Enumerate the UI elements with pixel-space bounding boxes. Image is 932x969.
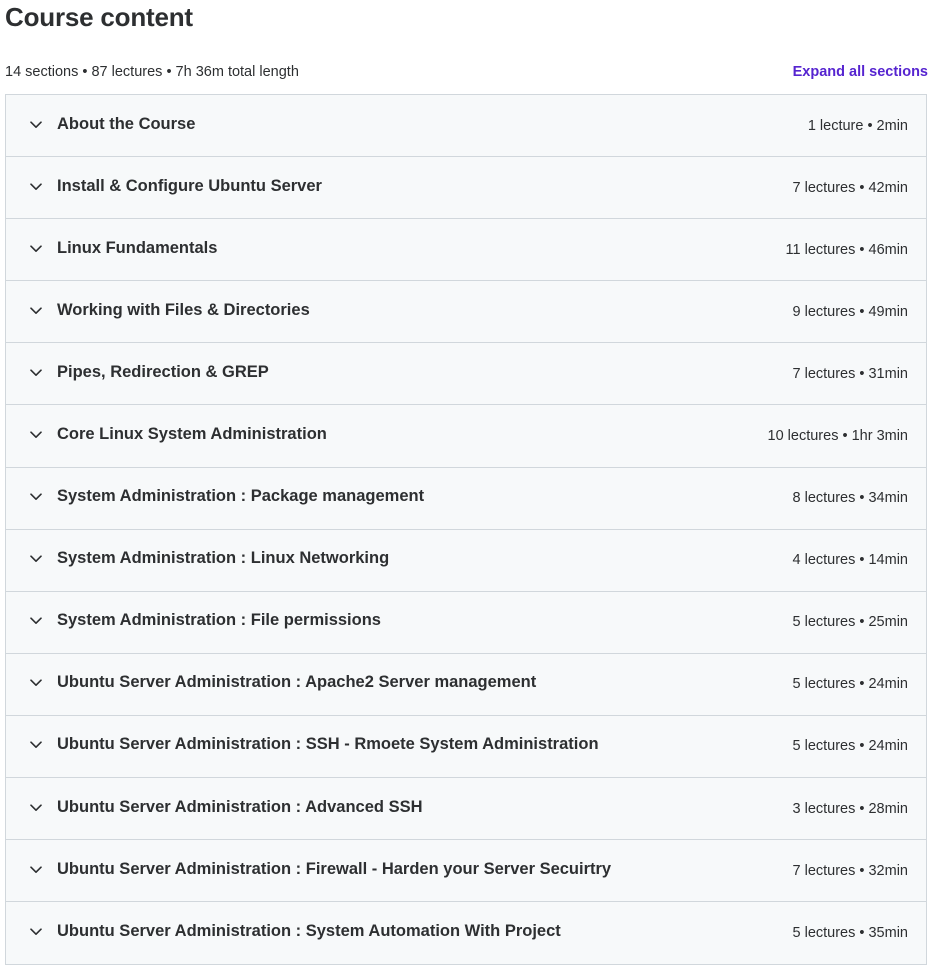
section-header[interactable]: System Administration : File permissions… bbox=[6, 591, 926, 654]
section-title: Core Linux System Administration bbox=[57, 425, 327, 444]
chevron-down-icon bbox=[29, 676, 43, 690]
section-title: Ubuntu Server Administration : System Au… bbox=[57, 922, 561, 941]
section-header[interactable]: Core Linux System Administration 10 lectu… bbox=[6, 405, 926, 468]
section-list: About the Course 1 lecture • 2min Install … bbox=[5, 94, 927, 966]
chevron-down-icon bbox=[29, 304, 43, 318]
section-title: System Administration : Linux Networking bbox=[57, 549, 390, 568]
chevron-down-icon bbox=[29, 552, 43, 566]
page-title: Course content bbox=[5, 2, 193, 32]
chevron-down-icon bbox=[29, 180, 43, 194]
section-meta: 7 lectures • 42min bbox=[792, 179, 909, 196]
section-title: Ubuntu Server Administration : SSH - Rmo… bbox=[57, 735, 599, 754]
section-header[interactable]: System Administration : Package manageme… bbox=[6, 467, 926, 530]
section-title: Linux Fundamentals bbox=[57, 238, 218, 257]
section-header[interactable]: Ubuntu Server Administration : Advanced … bbox=[6, 778, 926, 841]
section-meta: 1 lecture • 2min bbox=[807, 117, 908, 134]
chevron-down-icon bbox=[29, 366, 43, 380]
chevron-down-icon bbox=[29, 801, 43, 815]
section-meta: 7 lectures • 31min bbox=[792, 365, 909, 382]
section-title: Install & Configure Ubuntu Server bbox=[57, 176, 322, 195]
section-title: Pipes, Redirection & GREP bbox=[57, 362, 269, 381]
section-meta: 3 lectures • 28min bbox=[792, 800, 909, 817]
section-title: Working with Files & Directories bbox=[57, 300, 310, 319]
section-header[interactable]: Ubuntu Server Administration : Apache2 S… bbox=[6, 653, 926, 716]
section-title: About the Course bbox=[57, 114, 196, 133]
expand-all-sections-button[interactable]: Expand all sections bbox=[793, 64, 928, 80]
section-meta: 4 lectures • 14min bbox=[792, 552, 909, 569]
section-meta: 11 lectures • 46min bbox=[785, 241, 908, 258]
section-header[interactable]: Ubuntu Server Administration : Firewall … bbox=[6, 840, 926, 903]
section-header[interactable]: Ubuntu Server Administration : SSH - Rmo… bbox=[6, 715, 926, 779]
chevron-down-icon bbox=[29, 242, 43, 256]
chevron-down-icon bbox=[29, 118, 43, 132]
course-summary-bar: 14 sections • 87 lectures • 7h 36m total… bbox=[5, 62, 928, 82]
section-meta: 5 lectures • 24min bbox=[792, 676, 909, 693]
course-summary: 14 sections • 87 lectures • 7h 36m total… bbox=[5, 64, 299, 80]
section-header[interactable]: About the Course 1 lecture • 2min bbox=[6, 95, 926, 158]
section-title: Ubuntu Server Administration : Apache2 S… bbox=[57, 673, 537, 692]
section-header[interactable]: Linux Fundamentals 11 lectures • 46min bbox=[6, 219, 926, 282]
section-title: Ubuntu Server Administration : Firewall … bbox=[57, 859, 612, 878]
section-title: System Administration : Package manageme… bbox=[57, 487, 425, 506]
chevron-down-icon bbox=[29, 738, 43, 752]
chevron-down-icon bbox=[29, 490, 43, 504]
chevron-down-icon bbox=[29, 925, 43, 939]
section-meta: 9 lectures • 49min bbox=[792, 303, 909, 320]
section-meta: 5 lectures • 24min bbox=[792, 738, 909, 755]
section-meta: 8 lectures • 34min bbox=[792, 490, 909, 507]
section-header[interactable]: System Administration : Linux Networking… bbox=[6, 529, 926, 592]
chevron-down-icon bbox=[29, 863, 43, 877]
section-meta: 7 lectures • 32min bbox=[792, 862, 909, 879]
section-header[interactable]: Pipes, Redirection & GREP 7 lectures • 31… bbox=[6, 343, 926, 406]
chevron-down-icon bbox=[29, 614, 43, 628]
section-title: System Administration : File permissions bbox=[57, 611, 381, 630]
chevron-down-icon bbox=[29, 428, 43, 442]
section-meta: 10 lectures • 1hr 3min bbox=[767, 428, 908, 445]
section-header[interactable]: Install & Configure Ubuntu Server 7 lectu… bbox=[6, 157, 926, 220]
section-title: Ubuntu Server Administration : Advanced … bbox=[57, 797, 423, 816]
section-meta: 5 lectures • 35min bbox=[792, 925, 909, 942]
section-meta: 5 lectures • 25min bbox=[792, 614, 909, 631]
section-header[interactable]: Ubuntu Server Administration : System Au… bbox=[6, 902, 926, 965]
section-header[interactable]: Working with Files & Directories 9 lectur… bbox=[6, 281, 926, 344]
